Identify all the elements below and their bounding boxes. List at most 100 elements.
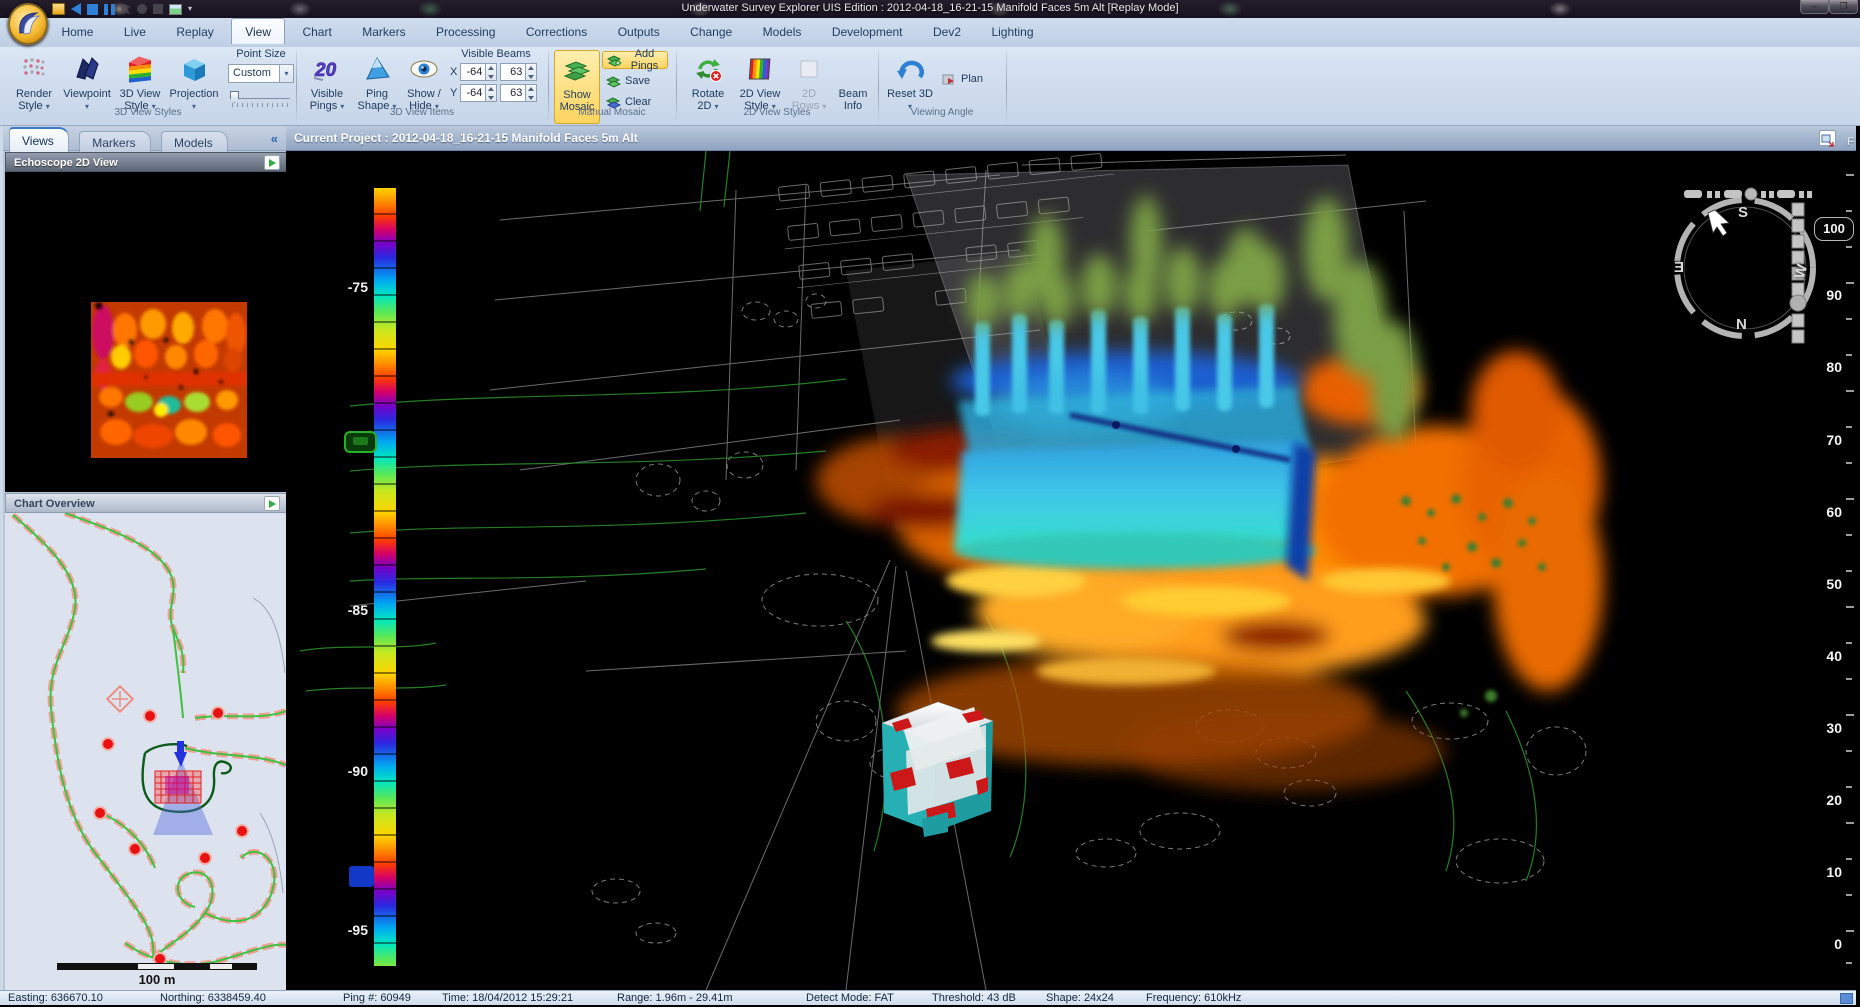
colorbar-marker-green[interactable] xyxy=(344,431,377,453)
spin-down-icon[interactable] xyxy=(526,72,536,80)
point-size-dropdown[interactable]: Custom ▾ xyxy=(228,64,294,83)
right-axis-label: 20 xyxy=(1802,792,1842,808)
point-size-value: Custom xyxy=(229,65,279,82)
tab-markers[interactable]: Markers xyxy=(349,19,418,44)
beams-y-min-stepper[interactable]: -64 xyxy=(460,84,497,102)
tab-chart[interactable]: Chart xyxy=(289,19,344,44)
point-size-label: Point Size xyxy=(228,48,294,60)
tab-views[interactable]: Views xyxy=(9,127,69,152)
export-chart-icon[interactable] xyxy=(264,496,280,511)
tab-processing[interactable]: Processing xyxy=(423,19,508,44)
save-button[interactable]: Save xyxy=(602,72,662,90)
tab-markers-panel[interactable]: Markers xyxy=(79,131,150,154)
show-mosaic-icon xyxy=(562,53,592,87)
collapse-panel-button[interactable]: « xyxy=(271,131,278,146)
zoom-ruler[interactable] xyxy=(1684,188,1812,200)
spin-up-icon[interactable] xyxy=(526,85,536,93)
window-controls: – ❐ xyxy=(1800,0,1858,14)
app-logo-icon[interactable] xyxy=(8,3,48,45)
float-window-icon[interactable] xyxy=(1819,130,1836,146)
map-red-markers xyxy=(94,707,248,965)
status-range: Range: 1.96m - 29.41m xyxy=(617,992,733,1004)
ribbon-tab-row: Home Live Replay View Chart Markers Proc… xyxy=(0,18,1860,47)
point-size-slider[interactable] xyxy=(228,91,294,107)
tab-replay[interactable]: Replay xyxy=(163,19,226,44)
depth-colorbar-ticks xyxy=(374,188,396,966)
spin-down-icon[interactable] xyxy=(486,72,496,80)
chart-overview-header: Chart Overview xyxy=(5,493,287,513)
maximize-button[interactable]: ❐ xyxy=(1829,0,1858,14)
status-detect-mode: Detect Mode: FAT xyxy=(806,992,894,1004)
compass-south: S xyxy=(1738,204,1748,221)
3d-scene-drawing xyxy=(286,151,1856,990)
left-panel-tabs: Views Markers Models « xyxy=(3,126,286,151)
ribbon: Home Live Replay View Chart Markers Proc… xyxy=(0,18,1860,126)
tab-home[interactable]: Home xyxy=(48,19,106,44)
spin-down-icon[interactable] xyxy=(486,93,496,101)
sonar-image xyxy=(91,302,247,458)
colorbar-label: -95 xyxy=(328,922,368,938)
show-hide-icon xyxy=(409,52,439,86)
spin-up-icon[interactable] xyxy=(526,64,536,72)
reset-3d-icon xyxy=(894,52,926,86)
save-icon xyxy=(606,73,621,89)
minimize-button[interactable]: – xyxy=(1800,0,1829,14)
status-ping: Ping #: 60949 xyxy=(343,992,411,1004)
viewpoint-icon xyxy=(73,52,101,86)
tab-outputs[interactable]: Outputs xyxy=(605,19,673,44)
beams-y-max-stepper[interactable]: 63 xyxy=(500,84,537,102)
group-label-3d-view-items: 3D View Items xyxy=(296,107,548,118)
3d-viewport[interactable]: -75 -80 -85 -90 -95 100 90 80 70 60 50 4… xyxy=(286,151,1856,990)
beams-x-min-value: -64 xyxy=(460,63,486,81)
right-axis-label: 30 xyxy=(1802,720,1842,736)
chart-overview-map[interactable]: 100 m xyxy=(5,513,287,990)
slider-thumb[interactable] xyxy=(230,91,239,103)
tab-live[interactable]: Live xyxy=(111,19,159,44)
export-view-icon[interactable] xyxy=(264,155,280,170)
right-axis-label: 90 xyxy=(1802,287,1842,303)
spin-down-icon[interactable] xyxy=(526,93,536,101)
tab-corrections[interactable]: Corrections xyxy=(513,19,600,44)
status-bar: Easting: 636670.10 Northing: 6338459.40 … xyxy=(0,990,1856,1005)
colorbar-marker-blue[interactable] xyxy=(349,866,374,887)
ping-shape-icon xyxy=(362,52,392,86)
status-frequency: Frequency: 610kHz xyxy=(1146,992,1241,1004)
right-axis-label: 60 xyxy=(1802,504,1842,520)
tab-development[interactable]: Development xyxy=(819,19,916,44)
right-axis-ticks xyxy=(1846,175,1854,963)
tab-lighting[interactable]: Lighting xyxy=(978,19,1046,44)
spin-up-icon[interactable] xyxy=(486,64,496,72)
3d-view-style-icon xyxy=(125,52,155,86)
tab-models-panel[interactable]: Models xyxy=(161,131,228,154)
echoscope-2d-view[interactable] xyxy=(5,172,287,492)
compass-east: E xyxy=(1674,259,1684,276)
window-titlebar: ▾ Underwater Survey Explorer UIS Edition… xyxy=(0,0,1860,18)
right-axis-label: 50 xyxy=(1802,576,1842,592)
beams-x-label: X xyxy=(450,66,457,78)
tab-models[interactable]: Models xyxy=(750,19,815,44)
tab-change[interactable]: Change xyxy=(677,19,745,44)
app-window: ▾ Underwater Survey Explorer UIS Edition… xyxy=(0,0,1860,1007)
status-northing: Northing: 6338459.40 xyxy=(160,992,266,1004)
spin-up-icon[interactable] xyxy=(486,85,496,93)
beams-x-max-stepper[interactable]: 63 xyxy=(500,63,537,81)
add-pings-label: Add Pings xyxy=(626,48,663,72)
app-logo-glyph xyxy=(10,5,46,43)
plan-button[interactable]: Plan xyxy=(938,70,996,88)
tab-dev2[interactable]: Dev2 xyxy=(920,19,974,44)
beams-y-max-value: 63 xyxy=(500,84,526,102)
right-axis-label: 80 xyxy=(1802,359,1842,375)
status-shape: Shape: 24x24 xyxy=(1046,992,1114,1004)
visible-beams-label: Visible Beams xyxy=(450,48,542,60)
echoscope-2d-title: Echoscope 2D View xyxy=(14,157,118,169)
window-title: Underwater Survey Explorer UIS Edition :… xyxy=(0,2,1860,14)
echoscope-2d-header: Echoscope 2D View xyxy=(5,152,287,172)
add-pings-button[interactable]: Add Pings xyxy=(602,51,668,69)
status-easting: Easting: 636670.10 xyxy=(8,992,103,1004)
tab-view[interactable]: View xyxy=(231,18,285,44)
point-size-dropdown-arrow-icon[interactable]: ▾ xyxy=(279,65,293,82)
beams-x-min-stepper[interactable]: -64 xyxy=(460,63,497,81)
map-scale-label: 100 m xyxy=(57,972,257,987)
hand-cursor-icon xyxy=(1708,210,1729,236)
rotate-2d-icon xyxy=(692,52,724,86)
